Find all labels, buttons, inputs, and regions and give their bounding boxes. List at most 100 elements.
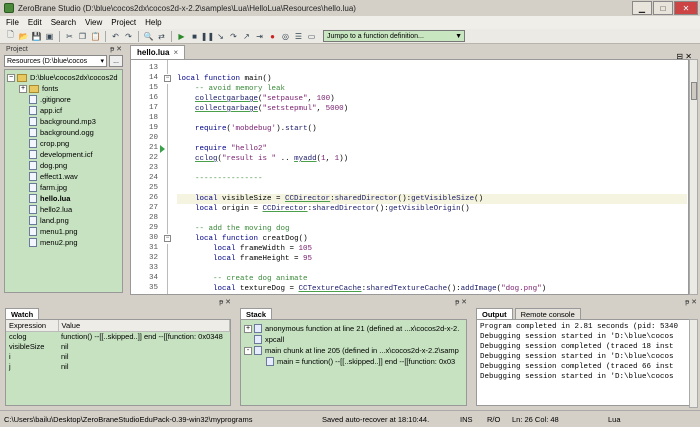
tree-item[interactable]: menu1.png	[5, 226, 122, 237]
code-line[interactable]: -- add the moving dog	[177, 224, 687, 234]
code-line[interactable]: -- create dog animate	[177, 274, 687, 284]
watch-row[interactable]: visibleSize nil	[6, 341, 230, 351]
menu-edit[interactable]: Edit	[28, 18, 42, 27]
output-scrollbar[interactable]	[689, 319, 698, 408]
code-line[interactable]: local function creatDog()	[177, 234, 687, 244]
column-value[interactable]: Value	[58, 320, 230, 332]
replace-icon[interactable]: ⇄	[156, 31, 167, 42]
stack-row[interactable]: + anonymous function at line 21 (defined …	[241, 323, 466, 334]
watch-row[interactable]: j nil	[6, 361, 230, 371]
stack-row[interactable]: main = function() --[[..skipped..]] end …	[241, 356, 466, 367]
fold-icon[interactable]: −	[164, 75, 171, 82]
code-line[interactable]	[177, 214, 687, 224]
cut-icon[interactable]: ✂	[64, 31, 75, 42]
stack-row[interactable]: - main chunk at line 205 (defined in ...x…	[241, 345, 466, 356]
tab-output[interactable]: Output	[476, 308, 513, 319]
tab-remote-console[interactable]: Remote console	[514, 308, 581, 319]
tree-root[interactable]: − D:\blue\cocos2dx\cocos2d	[5, 72, 122, 83]
stop-icon[interactable]: ■	[189, 31, 200, 42]
stack-icon[interactable]: ☰	[293, 31, 304, 42]
output-icon[interactable]: ▭	[306, 31, 317, 42]
editor-scrollbar[interactable]	[689, 59, 698, 295]
tree-item[interactable]: crop.png	[5, 138, 122, 149]
menu-view[interactable]: View	[85, 18, 102, 27]
maximize-button[interactable]: □	[653, 1, 673, 15]
scroll-thumb[interactable]	[691, 82, 697, 100]
collapse-icon[interactable]: -	[244, 346, 252, 355]
tree-item[interactable]: background.ogg	[5, 127, 122, 138]
menu-project[interactable]: Project	[111, 18, 136, 27]
expand-icon[interactable]: +	[244, 324, 252, 333]
tree-item[interactable]: farm.jpg	[5, 182, 122, 193]
breakpoint-icon[interactable]: ●	[267, 31, 278, 42]
pane-controls[interactable]: ᵽ ✕	[219, 298, 231, 306]
code-editor[interactable]: 13 14 15 16 17 18 19 20 21 22 23 24 25 26 27 28 29 30 31 32…	[130, 59, 689, 295]
step-out-icon[interactable]: ↗	[241, 31, 252, 42]
code-line[interactable]: local textureDog = CCTextureCache:shared…	[177, 284, 687, 294]
tree-item[interactable]: + fonts	[5, 83, 122, 94]
code-line[interactable]: require "hello2"	[177, 144, 687, 154]
code-line[interactable]	[177, 114, 687, 124]
menu-help[interactable]: Help	[145, 18, 161, 27]
stack-tree[interactable]: + anonymous function at line 21 (defined …	[240, 319, 467, 406]
watch-row[interactable]: i nil	[6, 351, 230, 361]
pause-icon[interactable]: ❚❚	[201, 31, 214, 42]
code-line[interactable]: cclog("result is " .. myadd(1, 1))	[177, 154, 687, 164]
code-line[interactable]	[177, 134, 687, 144]
paste-icon[interactable]: 📋	[90, 31, 101, 42]
column-expression[interactable]: Expression	[6, 320, 59, 332]
tree-item[interactable]: .gitignore	[5, 94, 122, 105]
tree-item[interactable]: menu2.png	[5, 237, 122, 248]
collapse-icon[interactable]: −	[7, 73, 15, 82]
new-file-icon[interactable]: 🗋	[5, 30, 16, 42]
code-line[interactable]: local origin = CCDirector:sharedDirector…	[177, 204, 687, 214]
project-root-combo[interactable]: Resources (D:\blue\cocos ▾	[4, 55, 107, 67]
output-log[interactable]: Program completed in 2.81 seconds (pid: …	[476, 319, 690, 406]
breakpoint-marker-icon[interactable]	[160, 145, 165, 153]
code-line[interactable]: local frameHeight = 95	[177, 254, 687, 264]
tree-item[interactable]: land.png	[5, 215, 122, 226]
watch-list[interactable]: Expression Value cclog function() --[[..s…	[5, 319, 231, 406]
code-line[interactable]: require('mobdebug').start()	[177, 124, 687, 134]
pane-controls[interactable]: ᵽ ✕	[110, 45, 122, 53]
search-icon[interactable]: 🔍	[143, 31, 154, 42]
stack-row[interactable]: xpcall	[241, 334, 466, 345]
tree-item[interactable]: hello2.lua	[5, 204, 122, 215]
run-to-cursor-icon[interactable]: ⇥	[254, 31, 265, 42]
watch-icon[interactable]: ◎	[280, 31, 291, 42]
expand-icon[interactable]: +	[19, 84, 27, 93]
fold-icon[interactable]: −	[164, 235, 171, 242]
code-line[interactable]	[177, 164, 687, 174]
minimize-button[interactable]: ▁	[632, 1, 652, 15]
save-all-icon[interactable]: ▣	[44, 31, 55, 42]
close-button[interactable]: ✕	[674, 1, 698, 15]
copy-icon[interactable]: ❐	[77, 31, 88, 42]
tree-item[interactable]: effect1.wav	[5, 171, 122, 182]
code-line[interactable]: collectgarbage("setpause", 100)	[177, 94, 687, 104]
tree-item[interactable]: app.icf	[5, 105, 122, 116]
code-line[interactable]	[177, 64, 687, 74]
code-line[interactable]: ---------------	[177, 174, 687, 184]
watch-row[interactable]: cclog function() --[[..skipped..]] end --…	[6, 331, 230, 341]
step-into-icon[interactable]: ↘	[215, 31, 226, 42]
code-line[interactable]: -- avoid memory leak	[177, 84, 687, 94]
code-line[interactable]: local function main()	[177, 74, 687, 84]
menu-file[interactable]: File	[6, 18, 19, 27]
pane-controls[interactable]: ᵽ ✕	[455, 298, 467, 306]
pane-controls[interactable]: ᵽ ✕	[685, 298, 697, 306]
tree-item[interactable]: dog.png	[5, 160, 122, 171]
tree-item[interactable]: background.mp3	[5, 116, 122, 127]
open-file-icon[interactable]: 📂	[18, 31, 29, 42]
tab-stack[interactable]: Stack	[240, 308, 273, 319]
code-area[interactable]: local function main() -- avoid memory le…	[177, 60, 687, 294]
close-tab-icon[interactable]: ×	[173, 48, 178, 57]
tree-item[interactable]: development.icf	[5, 149, 122, 160]
tree-item[interactable]: hello.lua	[5, 193, 122, 204]
code-line[interactable]	[177, 264, 687, 274]
save-icon[interactable]: 💾	[31, 31, 42, 42]
tab-hello-lua[interactable]: hello.lua ×	[130, 45, 186, 59]
run-icon[interactable]: ▶	[176, 31, 187, 42]
step-over-icon[interactable]: ↷	[228, 31, 239, 42]
tab-watch[interactable]: Watch	[5, 308, 40, 319]
code-line[interactable]: local visibleSize = CCDirector:sharedDir…	[177, 194, 687, 204]
